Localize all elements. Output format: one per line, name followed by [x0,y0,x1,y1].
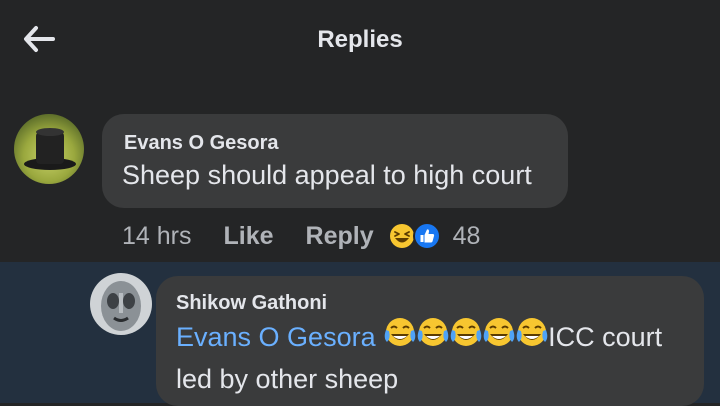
replies-header: Replies [0,0,720,84]
comment-actions: 14 hrs Like Reply 48 [122,218,480,254]
comment-text: Sheep should appeal to high court [122,160,532,190]
reply-button[interactable]: Reply [306,222,374,251]
mention-link[interactable]: Evans O Gesora [176,322,376,352]
thumbs-up-icon [412,222,441,250]
tears-of-joy-emoji [383,316,417,360]
comment-time[interactable]: 14 hrs [122,222,191,251]
reply-text: Evans O Gesora ICC court led by other she… [176,316,696,398]
page-title: Replies [317,26,403,53]
tears-of-joy-emoji [515,316,549,360]
reply-bubble: Shikow Gathoni Evans O Gesora ICC court l… [156,276,704,406]
tears-of-joy-emoji [416,316,450,360]
reply-text-line2: led by other sheep [176,364,399,394]
reactions-summary[interactable]: 48 [388,221,481,251]
reply-author[interactable]: Shikow Gathoni [176,292,327,315]
emoji-group [383,318,548,352]
reply-text-part: ICC court [548,322,663,352]
comment-author[interactable]: Evans O Gesora [124,132,279,155]
like-button[interactable]: Like [223,222,273,251]
comment-bubble: Evans O Gesora Sheep should appeal to hi… [102,114,568,208]
avatar[interactable] [14,114,84,184]
tears-of-joy-emoji [449,316,483,360]
reaction-count: 48 [452,221,481,250]
tears-of-joy-emoji [482,316,516,360]
laughing-face-icon [389,224,414,248]
avatar[interactable] [90,273,152,335]
